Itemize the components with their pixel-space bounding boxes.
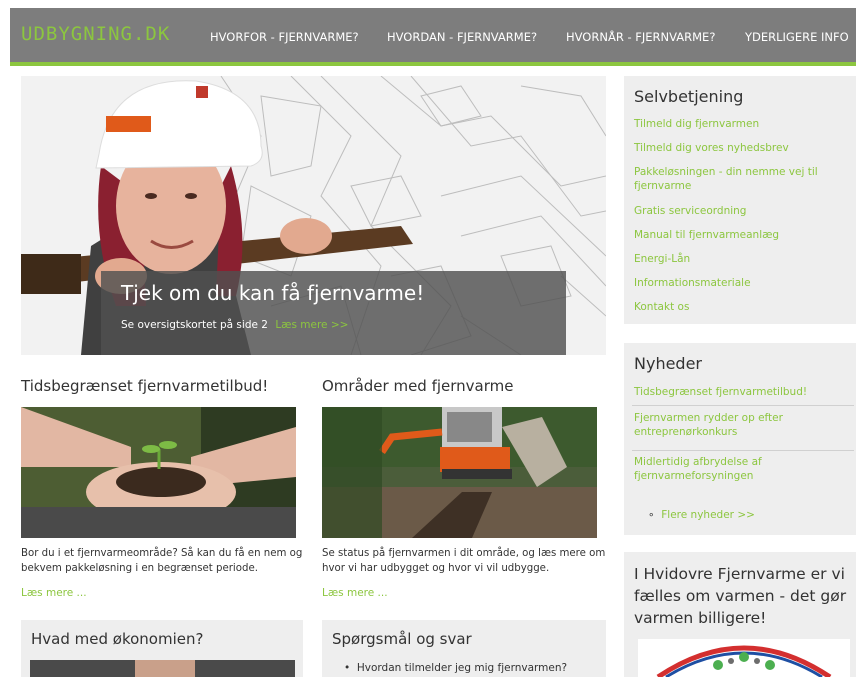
article-image-areas[interactable]	[322, 407, 597, 538]
selfservice-link-energi-laan[interactable]: Energi-Lån	[634, 252, 844, 266]
hero-subtitle-text: Se oversigtskortet på side 2	[121, 319, 268, 331]
article-image-offer[interactable]	[21, 407, 296, 538]
economy-image-detail	[135, 660, 195, 677]
selfservice-title: Selvbetjening	[634, 87, 744, 106]
hero-read-more-link[interactable]: Læs mere >>	[275, 319, 348, 331]
news-item[interactable]: Fjernvarmen rydder op efter entreprenørk…	[634, 411, 844, 439]
hands-soil-image	[21, 407, 296, 538]
selfservice-link-nyhedsbrev[interactable]: Tilmeld dig vores nyhedsbrev	[634, 141, 844, 155]
faq-bullet-icon: •	[344, 662, 357, 674]
economy-box: Hvad med økonomien?	[21, 620, 303, 677]
news-more-link[interactable]: ∘ Flere nyheder >>	[648, 508, 856, 522]
article-text-offer: Bor du i et fjernvarmeområde? Så kan du …	[21, 548, 303, 574]
nav-item-hvorfor[interactable]: HVORFOR - FJERNVARME?	[210, 30, 359, 44]
slogan-text: I Hvidovre Fjernvarme er vi fælles om va…	[634, 565, 847, 627]
economy-image[interactable]	[30, 660, 295, 677]
community-logo-graphic	[656, 645, 832, 677]
news-divider	[632, 405, 854, 406]
hero-subtitle: Se oversigtskortet på side 2 Læs mere >>	[121, 319, 348, 331]
article-read-more-offer[interactable]: Læs mere ...	[21, 587, 87, 599]
slogan-box: I Hvidovre Fjernvarme er vi fælles om va…	[624, 552, 856, 677]
selfservice-link-pakkeloesning[interactable]: Pakkeløsningen - din nemme vej til fjern…	[634, 165, 844, 193]
economy-title[interactable]: Hvad med økonomien?	[31, 630, 203, 648]
excavator-image	[322, 407, 597, 538]
selfservice-link-serviceordning[interactable]: Gratis serviceordning	[634, 204, 844, 218]
news-more-label: Flere nyheder >>	[661, 509, 755, 521]
hero-title[interactable]: Tjek om du kan få fjernvarme!	[121, 281, 424, 305]
community-logo[interactable]	[638, 639, 850, 677]
news-item[interactable]: Midlertidig afbrydelse af fjernvarmefors…	[634, 455, 844, 483]
news-more-bullet-icon: ∘	[648, 509, 662, 521]
nav-item-hvordan[interactable]: HVORDAN - FJERNVARME?	[387, 30, 537, 44]
article-title-areas[interactable]: Områder med fjernvarme	[322, 377, 514, 395]
news-divider	[632, 450, 854, 451]
news-box: Nyheder Tidsbegrænset fjernvarmetilbud! …	[624, 343, 856, 535]
selfservice-link-tilmeld-fjernvarme[interactable]: Tilmeld dig fjernvarmen	[634, 117, 844, 131]
news-item[interactable]: Tidsbegrænset fjernvarmetilbud!	[634, 385, 844, 399]
selfservice-link-kontakt[interactable]: Kontakt os	[634, 300, 844, 314]
selfservice-box: Selvbetjening Tilmeld dig fjernvarmen Ti…	[624, 76, 856, 324]
faq-item[interactable]: • Hvordan tilmelder jeg mig fjernvarmen?	[344, 662, 567, 674]
nav-item-yderligere-info[interactable]: YDERLIGERE INFO	[745, 30, 849, 44]
hero-banner[interactable]: Tjek om du kan få fjernvarme! Se oversig…	[21, 76, 606, 355]
site-logo[interactable]: UDBYGNING.DK	[21, 23, 170, 45]
faq-title[interactable]: Spørgsmål og svar	[332, 630, 472, 648]
site-header: UDBYGNING.DK HVORFOR - FJERNVARME? HVORD…	[10, 8, 856, 66]
news-title: Nyheder	[634, 354, 702, 373]
selfservice-link-informationsmateriale[interactable]: Informationsmateriale	[634, 276, 844, 290]
selfservice-link-manual[interactable]: Manual til fjernvarmeanlæg	[634, 228, 844, 242]
article-text-areas: Se status på fjernvarmen i dit område, o…	[322, 548, 606, 574]
hero-caption: Tjek om du kan få fjernvarme! Se oversig…	[101, 271, 566, 355]
article-title-offer[interactable]: Tidsbegrænset fjernvarmetilbud!	[21, 377, 268, 395]
faq-item-label: Hvordan tilmelder jeg mig fjernvarmen?	[356, 662, 568, 674]
nav-item-hvornaar[interactable]: HVORNÅR - FJERNVARME?	[566, 30, 715, 44]
article-read-more-areas[interactable]: Læs mere ...	[322, 587, 388, 599]
faq-box: Spørgsmål og svar • Hvordan tilmelder je…	[322, 620, 606, 677]
